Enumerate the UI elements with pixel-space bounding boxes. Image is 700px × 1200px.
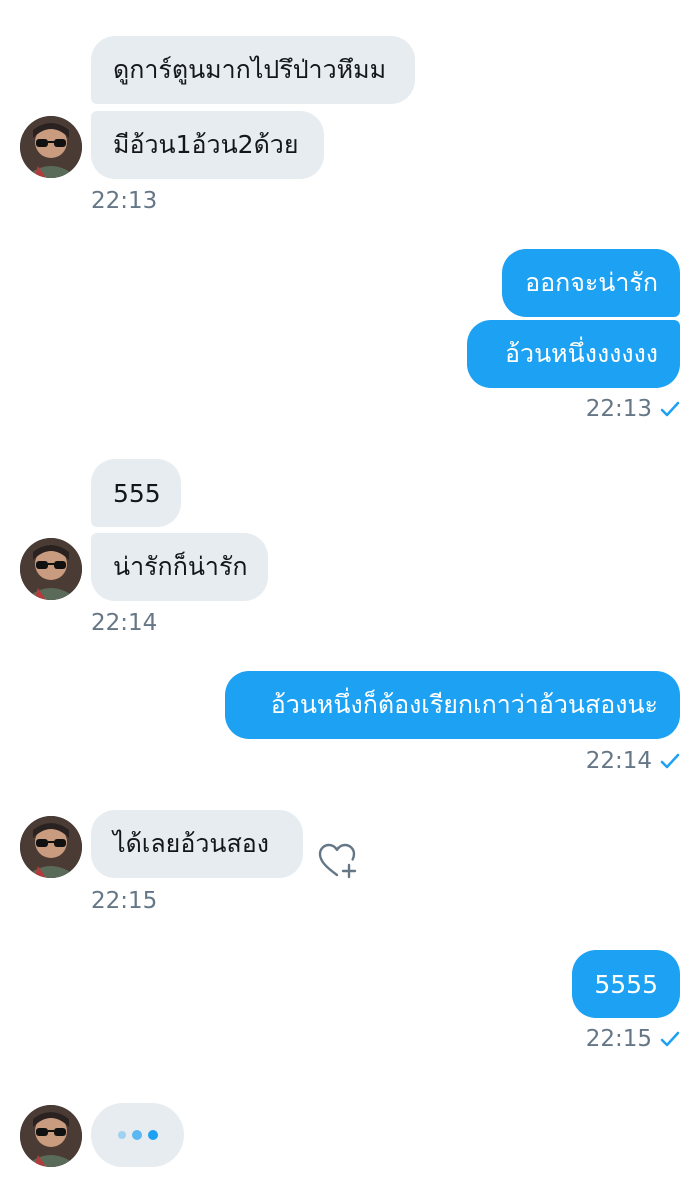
message-bubble-incoming[interactable]: น่ารักก็น่ารัก [91, 533, 268, 601]
timestamp: 22:15 [91, 888, 158, 914]
message-bubble-outgoing[interactable]: ออกจะน่ารัก [502, 249, 680, 317]
message-bubble-outgoing[interactable]: 5555 [572, 950, 680, 1018]
avatar-image [20, 538, 82, 600]
message-text: ดูการ์ตูนมากไปรึป่าวหึมม [113, 55, 387, 84]
timestamp: 22:13 [585, 396, 652, 422]
message-bubble-incoming[interactable]: ดูการ์ตูนมากไปรึป่าวหึมม [91, 36, 415, 104]
avatar[interactable] [20, 538, 82, 600]
typing-dot [117, 1131, 126, 1139]
timestamp-row: 22:14 [586, 748, 680, 774]
timestamp: 22:14 [91, 610, 158, 636]
message-text: มีอ้วน1อ้วน2ด้วย [113, 130, 299, 159]
message-bubble-incoming[interactable]: 555 [91, 459, 181, 527]
message-bubble-incoming[interactable]: ได้เลยอ้วนสอง [91, 810, 303, 878]
message-text: อ้วนหนึ่งก็ต้องเรียกเกาว่าอ้วนสองนะ [270, 690, 658, 719]
message-text: ได้เลยอ้วนสอง [113, 829, 269, 858]
timestamp: 22:13 [91, 188, 158, 214]
message-text: 555 [113, 478, 161, 508]
avatar-image [20, 116, 82, 178]
avatar[interactable] [20, 1105, 82, 1167]
typing-dot [147, 1130, 158, 1140]
avatar[interactable] [20, 816, 82, 878]
timestamp-row: 22:15 [586, 1026, 680, 1052]
message-text: ออกจะน่ารัก [525, 268, 658, 297]
message-text: 5555 [594, 969, 658, 999]
message-bubble-incoming[interactable]: มีอ้วน1อ้วน2ด้วย [91, 111, 324, 179]
timestamp-row: 22:13 [586, 396, 680, 422]
avatar[interactable] [20, 116, 82, 178]
typing-dot [131, 1130, 142, 1140]
checkmark-icon [660, 1030, 680, 1048]
timestamp: 22:14 [585, 748, 652, 774]
message-bubble-outgoing[interactable]: อ้วนหนึ่งก็ต้องเรียกเกาว่าอ้วนสองนะ [225, 671, 680, 739]
checkmark-icon [660, 752, 680, 770]
message-text: น่ารักก็น่ารัก [113, 552, 248, 581]
typing-indicator [91, 1103, 184, 1167]
message-text: อ้วนหนึ่งงงงงง [505, 339, 658, 368]
avatar-image [20, 1105, 82, 1167]
timestamp: 22:15 [585, 1026, 652, 1052]
heart-plus-icon[interactable] [318, 843, 360, 879]
avatar-image [20, 816, 82, 878]
checkmark-icon [660, 400, 680, 418]
message-bubble-outgoing[interactable]: อ้วนหนึ่งงงงงง [467, 320, 680, 388]
